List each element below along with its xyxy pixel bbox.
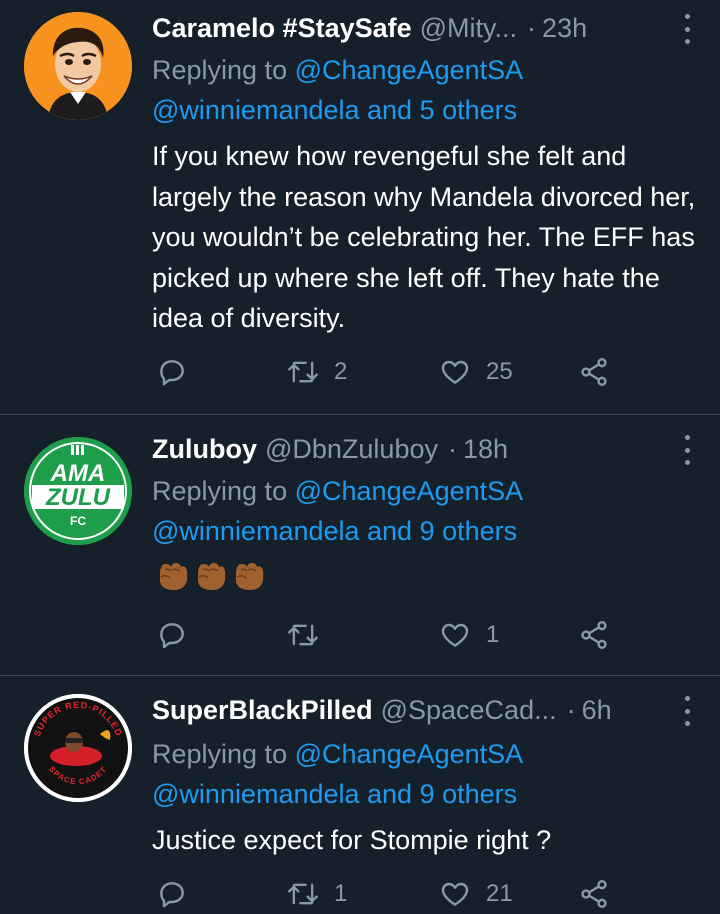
like-icon	[441, 882, 469, 906]
retweet-button[interactable]: 1	[286, 874, 347, 914]
amazulu-fc-logo: AMA ZULU FC	[24, 437, 132, 545]
tweet-3[interactable]: SUPER RED-PILLED SPACE CADET SuperBlackP…	[0, 676, 720, 914]
raised-fist-icon	[236, 563, 264, 590]
share-button[interactable]	[578, 874, 610, 914]
display-name[interactable]: Zuluboy	[152, 434, 257, 465]
display-name[interactable]: SuperBlackPilled	[152, 695, 373, 726]
separator-dot: ·	[527, 12, 537, 43]
separator-dot: ·	[566, 694, 576, 725]
tweet-actions: 2 25	[152, 352, 622, 392]
display-name[interactable]: Caramelo #StaySafe	[152, 13, 412, 44]
separator-dot: ·	[447, 433, 457, 464]
retweet-icon	[288, 624, 318, 646]
avatar[interactable]: SUPER RED-PILLED SPACE CADET	[24, 694, 132, 802]
share-icon	[581, 880, 607, 908]
share-button[interactable]	[578, 615, 610, 655]
reply-button[interactable]	[156, 352, 188, 392]
tweet-2[interactable]: AMA ZULU FC Zuluboy @DbnZuluboy · 18h Re…	[0, 415, 720, 675]
tweet-emoji	[154, 560, 268, 594]
replying-to-link[interactable]: @ChangeAgentSA	[295, 55, 524, 85]
tweet-actions: 1	[152, 615, 622, 655]
replying-label: Replying to	[152, 739, 288, 769]
replying-to-link[interactable]: @ChangeAgentSA	[295, 739, 524, 769]
reply-icon	[160, 360, 184, 386]
tweet-header: Caramelo #StaySafe @Mity... · 23h	[152, 8, 690, 48]
like-button[interactable]: 1	[438, 615, 499, 655]
avatar[interactable]	[24, 12, 132, 120]
timestamp[interactable]: 23h	[542, 13, 587, 44]
tweet-header: Zuluboy @DbnZuluboy · 18h	[152, 429, 690, 469]
retweet-button[interactable]: 2	[286, 352, 347, 392]
logo-line-1: AMA	[50, 460, 106, 487]
share-button[interactable]	[578, 352, 610, 392]
mentions-link[interactable]: @winniemandela and 9 others	[152, 774, 517, 814]
reply-button[interactable]	[156, 874, 188, 914]
reply-icon	[160, 882, 184, 908]
more-icon[interactable]	[682, 14, 692, 44]
super-red-pilled-logo: SUPER RED-PILLED SPACE CADET	[24, 694, 132, 802]
retweet-button[interactable]	[286, 615, 334, 655]
replying-to-link[interactable]: @ChangeAgentSA	[295, 476, 524, 506]
retweet-icon	[288, 361, 318, 383]
raised-fist-icon	[198, 563, 226, 590]
avatar-caricature-image	[24, 12, 132, 120]
reply-button[interactable]	[156, 615, 188, 655]
share-icon	[581, 621, 607, 649]
tweet-actions: 1 21	[152, 874, 622, 914]
like-icon	[441, 623, 469, 647]
logo-line-2: ZULU	[45, 484, 111, 511]
like-button[interactable]: 25	[438, 352, 513, 392]
retweet-count: 1	[334, 880, 348, 907]
like-count: 21	[486, 880, 513, 907]
replying-label: Replying to	[152, 476, 288, 506]
more-icon[interactable]	[682, 435, 692, 465]
user-handle[interactable]: @SpaceCad...	[381, 695, 557, 726]
like-button[interactable]: 21	[438, 874, 513, 914]
timestamp[interactable]: 18h	[463, 434, 508, 465]
tweet-1[interactable]: Caramelo #StaySafe @Mity... · 23h Replyi…	[0, 0, 720, 414]
avatar[interactable]: AMA ZULU FC	[24, 437, 132, 545]
user-handle[interactable]: @Mity...	[420, 13, 517, 44]
reply-icon	[160, 623, 184, 649]
retweet-count: 2	[334, 358, 348, 385]
user-handle[interactable]: @DbnZuluboy	[265, 434, 438, 465]
replying-to: Replying to @ChangeAgentSA	[152, 471, 523, 511]
mentions-link[interactable]: @winniemandela and 9 others	[152, 511, 517, 551]
replying-to: Replying to @ChangeAgentSA	[152, 734, 523, 774]
timestamp[interactable]: 6h	[582, 695, 612, 726]
share-icon	[581, 358, 607, 386]
like-count: 25	[486, 358, 513, 385]
raised-fist-icon	[160, 563, 188, 590]
tweet-text: If you knew how revengeful she felt and …	[152, 141, 696, 333]
replying-label: Replying to	[152, 55, 288, 85]
tweet-text: Justice expect for Stompie right ?	[152, 825, 552, 855]
logo-line-3: FC	[70, 514, 86, 528]
like-icon	[441, 360, 469, 384]
mentions-link[interactable]: @winniemandela and 5 others	[152, 90, 517, 130]
replying-to: Replying to @ChangeAgentSA	[152, 50, 523, 90]
tweet-header: SuperBlackPilled @SpaceCad... · 6h	[152, 690, 690, 730]
more-icon[interactable]	[682, 696, 692, 726]
like-count: 1	[486, 621, 500, 648]
retweet-icon	[288, 883, 318, 905]
